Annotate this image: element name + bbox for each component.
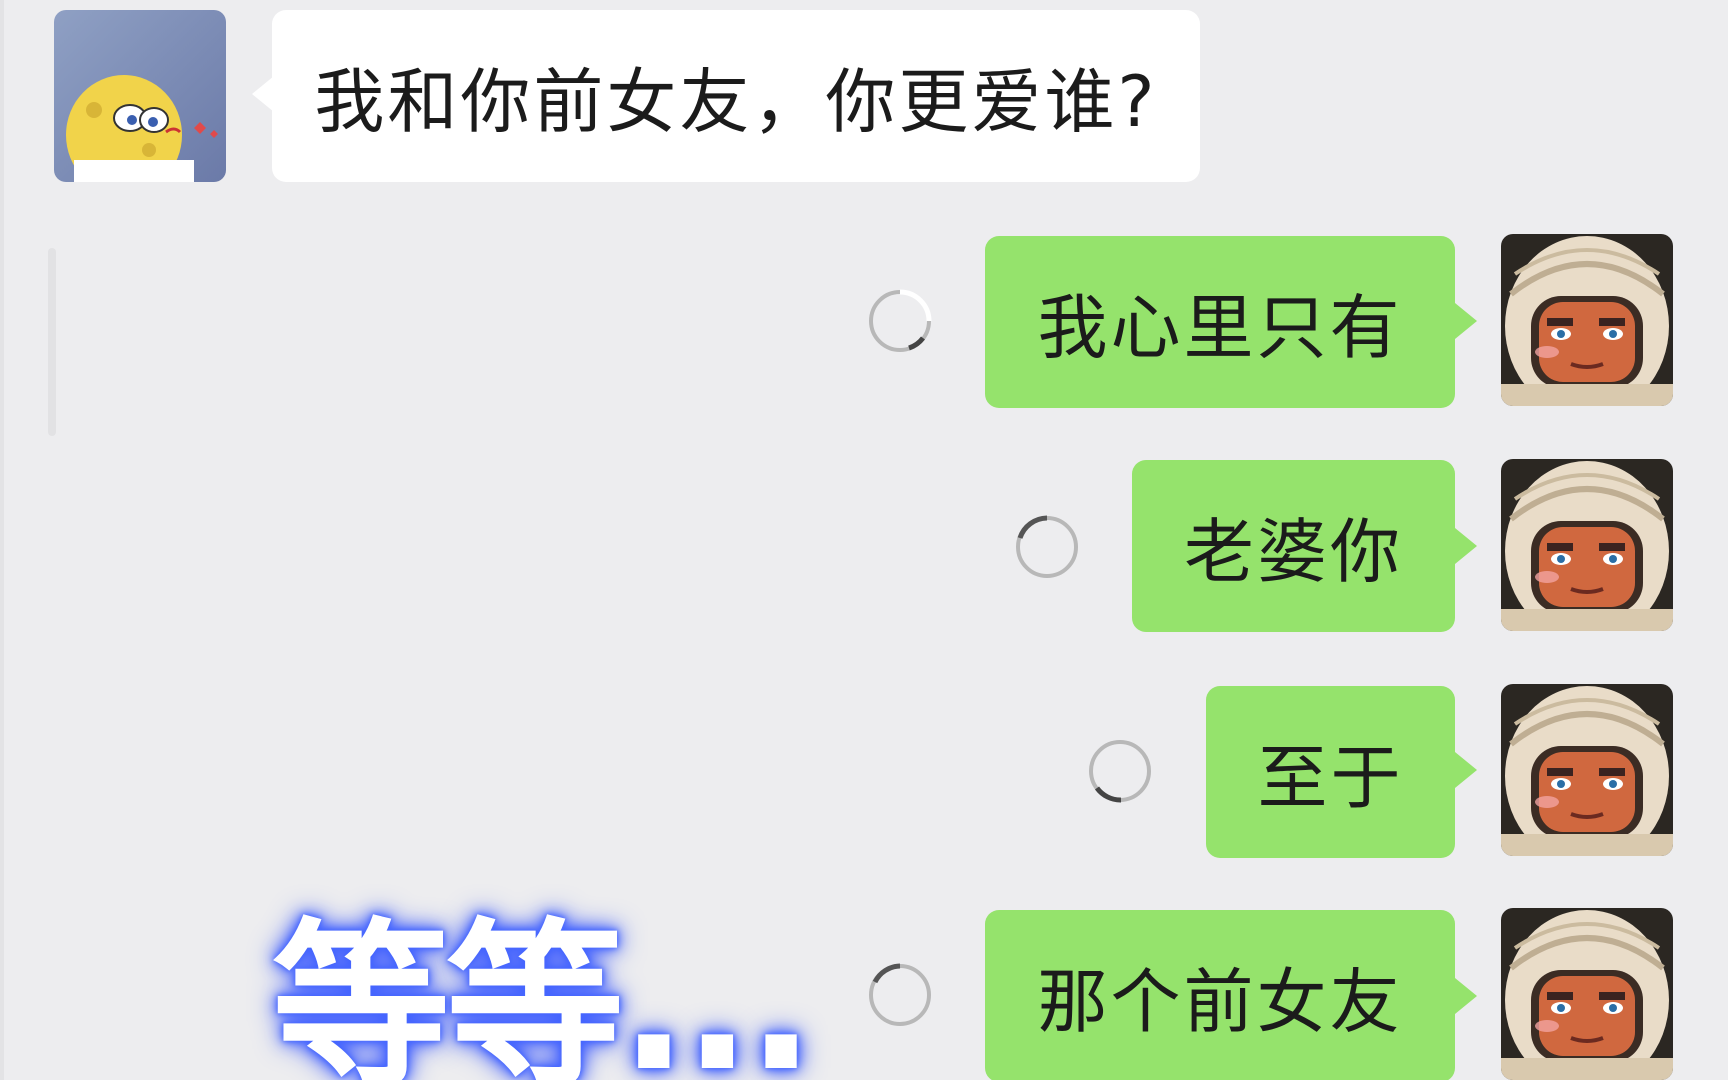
outgoing-message-text: 我心里只有 xyxy=(1037,286,1403,369)
outgoing-message-text: 那个前女友 xyxy=(1037,960,1403,1043)
outgoing-bubble-tail xyxy=(1455,303,1477,339)
contact-avatar[interactable] xyxy=(54,10,226,182)
outgoing-message-bubble[interactable]: 我心里只有 xyxy=(985,236,1455,408)
incoming-message-text: 我和你前女友，你更爱谁? xyxy=(314,60,1158,143)
astronaut-avatar-icon xyxy=(1501,459,1673,631)
astronaut-avatar-icon xyxy=(1501,908,1673,1080)
loading-spinner-icon xyxy=(865,286,935,356)
outgoing-message-bubble[interactable]: 那个前女友 xyxy=(985,910,1455,1080)
outgoing-message-bubble[interactable]: 至于 xyxy=(1206,686,1455,858)
outgoing-bubble-tail xyxy=(1455,528,1477,564)
scrollbar-thumb[interactable] xyxy=(48,248,56,436)
astronaut-avatar-icon xyxy=(1501,234,1673,406)
self-avatar[interactable] xyxy=(1501,234,1673,406)
left-edge-divider xyxy=(0,0,4,1080)
loading-spinner-icon xyxy=(1012,512,1082,582)
outgoing-message-bubble[interactable]: 老婆你 xyxy=(1132,460,1455,632)
outgoing-bubble-tail xyxy=(1455,752,1477,788)
self-avatar[interactable] xyxy=(1501,908,1673,1080)
outgoing-message-text: 至于 xyxy=(1257,736,1404,819)
chat-screen: 我和你前女友，你更爱谁? 我心里只有 老婆你 至于 那个前女友 等等... xyxy=(0,0,1728,1080)
outgoing-message-text: 老婆你 xyxy=(1184,510,1403,593)
incoming-message-bubble[interactable]: 我和你前女友，你更爱谁? xyxy=(272,10,1200,182)
self-avatar[interactable] xyxy=(1501,459,1673,631)
self-avatar[interactable] xyxy=(1501,684,1673,856)
incoming-bubble-tail xyxy=(252,76,274,112)
outgoing-bubble-tail xyxy=(1455,978,1477,1014)
spongebob-avatar-icon xyxy=(54,10,226,182)
astronaut-avatar-icon xyxy=(1501,684,1673,856)
loading-spinner-icon xyxy=(865,960,935,1030)
loading-spinner-icon xyxy=(1085,736,1155,806)
overlay-caption: 等等... xyxy=(272,903,815,1080)
